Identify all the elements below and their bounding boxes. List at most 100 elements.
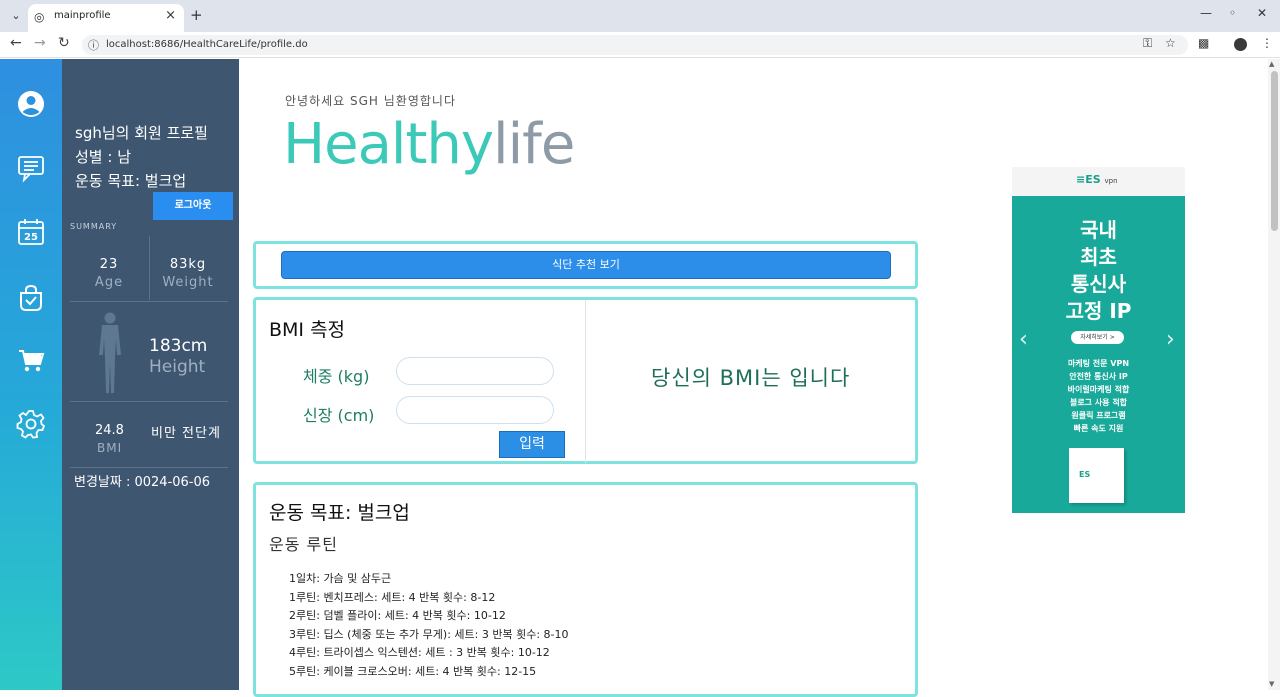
height-label: Height <box>149 357 206 377</box>
tab-title: mainprofile <box>54 10 111 21</box>
routine-line: 2루틴: 덤벨 플라이: 세트: 4 반복 횟수: 10-12 <box>289 609 506 622</box>
key-icon[interactable]: ⚿ <box>1143 36 1152 51</box>
height-field-label: 신장 (cm) <box>303 406 375 425</box>
routine-line: 5루틴: 케이블 크로스오버: 세트: 4 반복 횟수: 12-15 <box>289 665 537 678</box>
scroll-up-icon[interactable]: ▲ <box>1269 60 1274 68</box>
body-figure-icon <box>99 312 121 393</box>
ad-headline: 최초 <box>1080 245 1117 269</box>
diet-card: 식단 추천 보기 <box>253 241 918 289</box>
icon-sidebar: 25 <box>0 59 62 690</box>
divider <box>585 300 586 463</box>
bmi-title: BMI 측정 <box>269 319 346 341</box>
reload-icon[interactable]: ↻ <box>58 35 70 51</box>
divider <box>70 401 228 402</box>
ad-logo-text: ES <box>1085 173 1101 186</box>
exercise-title: 운동 목표: 벌크업 <box>269 502 410 524</box>
url-text: localhost:8686/HealthCareLife/profile.do <box>106 39 308 50</box>
browser-tab[interactable]: ◎ mainprofile × <box>28 4 184 32</box>
bmi-result-text: 당신의 BMI는 입니다 <box>651 366 851 390</box>
bmi-label: BMI <box>97 441 123 455</box>
profile-goal: 운동 목표: 벌크업 <box>75 172 187 190</box>
divider <box>70 301 228 302</box>
puzzle-icon[interactable]: ▩ <box>1198 36 1209 50</box>
close-icon[interactable]: × <box>165 8 176 23</box>
page-scrollbar[interactable]: ▲ ▼ <box>1268 59 1280 690</box>
ad-logo-sub: vpn <box>1104 177 1118 185</box>
ad-more-button[interactable]: 자세히보기 > <box>1071 331 1124 344</box>
weight-input[interactable] <box>396 357 554 385</box>
diet-recommend-button[interactable]: 식단 추천 보기 <box>281 251 891 279</box>
greeting-text: 안녕하세요 SGH 님환영합니다 <box>285 94 457 108</box>
scroll-thumb[interactable] <box>1271 71 1278 231</box>
bmi-value: 24.8 <box>95 423 124 438</box>
weight-field-label: 체중 (kg) <box>303 367 370 386</box>
ad-header: ≡ES vpn <box>1012 167 1185 196</box>
chevron-right-icon[interactable]: › <box>1166 327 1175 352</box>
ad-headline: 국내 <box>1080 218 1117 242</box>
main-content: 안녕하세요 SGH 님환영합니다 Healthylife 식단 추천 보기 BM… <box>239 59 1268 697</box>
kebab-icon[interactable]: ⋮ <box>1261 36 1273 50</box>
star-icon[interactable]: ☆ <box>1165 36 1176 50</box>
ad-feature: 안전한 통신사 IP <box>1069 372 1128 381</box>
ad-feature: 바이럴마케팅 적합 <box>1067 385 1130 394</box>
calendar-icon[interactable]: 25 <box>16 217 46 247</box>
bmi-submit-button[interactable]: 입력 <box>499 431 565 458</box>
ad-logo: ≡ES vpn <box>1076 173 1118 186</box>
close-icon[interactable]: ✕ <box>1257 6 1267 20</box>
info-icon[interactable]: ⓘ <box>88 37 99 53</box>
exercise-subtitle: 운동 루틴 <box>269 535 338 554</box>
bmi-status: 비만 전단계 <box>151 426 221 441</box>
ad-headline: 통신사 <box>1070 272 1127 296</box>
brand-logo[interactable]: Healthylife <box>283 112 575 177</box>
chat-icon[interactable] <box>16 153 46 183</box>
calendar-day: 25 <box>24 232 38 243</box>
gear-icon[interactable] <box>16 409 46 439</box>
browser-tab-bar: ⌄ ◎ mainprofile × + — ◦ ✕ <box>0 0 1280 32</box>
plus-icon[interactable]: + <box>190 6 203 24</box>
scroll-down-icon[interactable]: ▼ <box>1269 680 1274 688</box>
chevron-down-icon[interactable]: ⌄ <box>6 6 26 26</box>
minimize-icon[interactable]: — <box>1200 6 1212 20</box>
restore-icon[interactable]: ◦ <box>1229 6 1236 20</box>
brand-part-2: life <box>493 112 575 177</box>
address-bar-row: ← → ↻ ⓘ localhost:8686/HealthCareLife/pr… <box>0 32 1280 58</box>
routine-line: 4루틴: 트라이셉스 익스텐션: 세트 : 3 반복 횟수: 10-12 <box>289 646 550 659</box>
weight-label: Weight <box>162 275 214 290</box>
arrow-right-icon[interactable]: → <box>34 35 46 51</box>
globe-icon: ◎ <box>34 10 45 24</box>
routine-line: 3루틴: 딥스 (체중 또는 추가 무게): 세트: 3 반복 횟수: 8-10 <box>289 628 569 641</box>
routine-line: 1일차: 가슴 및 삼두근 <box>289 572 392 585</box>
ad-feature: 마케팅 전문 VPN <box>1067 359 1130 368</box>
divider <box>149 236 150 300</box>
chevron-left-icon[interactable]: ‹ <box>1019 327 1028 352</box>
user-icon[interactable] <box>16 89 46 119</box>
profile-title: sgh님의 회원 프로필 <box>75 124 208 142</box>
ad-product-box: ES <box>1069 448 1124 503</box>
advertisement-banner[interactable]: ≡ES vpn 국내 최초 통신사 고정 IP 자세히보기 > 마케팅 전문 V… <box>1012 167 1185 513</box>
arrow-left-icon[interactable]: ← <box>10 35 22 51</box>
height-value: 183cm <box>149 336 208 356</box>
ad-box-label: ES <box>1079 470 1091 479</box>
age-label: Age <box>94 275 124 290</box>
profile-panel: sgh님의 회원 프로필 성별 : 남 운동 목표: 벌크업 로그아웃 SUMM… <box>62 59 239 690</box>
height-input[interactable] <box>396 396 554 424</box>
exercise-card: 운동 목표: 벌크업 운동 루틴 1일차: 가슴 및 삼두근 1루틴: 벤치프레… <box>253 482 918 697</box>
changed-date: 변경날짜 : 0024-06-06 <box>74 475 211 490</box>
ad-feature: 블로그 사용 적합 <box>1069 398 1128 407</box>
url-field[interactable]: ⓘ localhost:8686/HealthCareLife/profile.… <box>82 35 1188 55</box>
logout-button[interactable]: 로그아웃 <box>153 192 233 220</box>
brand-part-1: Healthy <box>283 112 494 177</box>
bag-check-icon[interactable] <box>16 283 46 313</box>
avatar[interactable] <box>1234 38 1247 51</box>
weight-value: 83kg <box>169 257 207 272</box>
routine-line: 1루틴: 벤치프레스: 세트: 4 반복 횟수: 8-12 <box>289 591 496 604</box>
divider <box>70 467 228 468</box>
age-value: 23 <box>99 257 119 272</box>
bmi-card: BMI 측정 체중 (kg) 신장 (cm) 입력 당신의 BMI는 입니다 <box>253 297 918 464</box>
ad-headline: 고정 IP <box>1065 299 1132 323</box>
ad-feature: 원클릭 프로그램 <box>1071 411 1126 420</box>
summary-label: SUMMARY <box>70 222 118 231</box>
cart-icon[interactable] <box>16 345 46 375</box>
ad-feature: 빠른 속도 지원 <box>1073 424 1124 433</box>
profile-gender: 성별 : 남 <box>75 148 131 166</box>
